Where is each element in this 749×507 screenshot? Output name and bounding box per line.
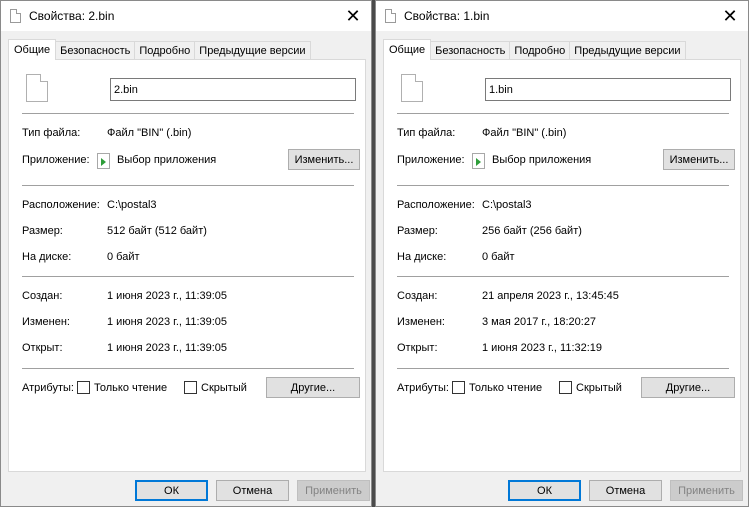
general-panel: Тип файла: Файл "BIN" (.bin) Приложение:… bbox=[383, 59, 741, 472]
file-icon bbox=[26, 74, 48, 102]
ok-button[interactable]: ОК bbox=[135, 480, 208, 501]
hidden-checkbox[interactable] bbox=[184, 381, 197, 394]
size-label: Размер: bbox=[397, 225, 438, 237]
general-panel: Тип файла: Файл "BIN" (.bin) Приложение:… bbox=[8, 59, 366, 472]
modified-label: Изменен: bbox=[397, 316, 445, 328]
file-name-input[interactable] bbox=[110, 78, 356, 101]
attributes-label: Атрибуты: bbox=[22, 382, 74, 394]
file-icon bbox=[10, 9, 21, 23]
opened-label: Открыт: bbox=[22, 342, 63, 354]
readonly-checkbox[interactable] bbox=[77, 381, 90, 394]
close-icon: ✕ bbox=[722, 5, 738, 26]
file-type-label: Тип файла: bbox=[397, 127, 456, 139]
opened-label: Открыт: bbox=[397, 342, 438, 354]
disk-size-value: 0 байт bbox=[107, 251, 140, 263]
close-button[interactable]: ✕ bbox=[712, 1, 748, 31]
close-button[interactable]: ✕ bbox=[335, 1, 371, 31]
size-value: 512 байт (512 байт) bbox=[107, 225, 207, 237]
cancel-button[interactable]: Отмена bbox=[589, 480, 662, 501]
divider bbox=[22, 276, 354, 277]
divider bbox=[397, 368, 729, 369]
divider bbox=[397, 185, 729, 186]
app-value: Выбор приложения bbox=[492, 154, 592, 166]
close-icon: ✕ bbox=[345, 5, 361, 26]
properties-window-2bin: Свойства: 2.bin ✕ Общие Безопасность Под… bbox=[0, 0, 372, 507]
location-label: Расположение: bbox=[22, 199, 100, 211]
app-icon bbox=[97, 153, 110, 169]
file-icon bbox=[401, 74, 423, 102]
modified-label: Изменен: bbox=[22, 316, 70, 328]
tab-security[interactable]: Безопасность bbox=[55, 41, 136, 60]
disk-size-label: На диске: bbox=[397, 251, 447, 263]
divider bbox=[397, 276, 729, 277]
created-label: Создан: bbox=[22, 290, 63, 302]
readonly-checkbox[interactable] bbox=[452, 381, 465, 394]
hidden-label: Скрытый bbox=[576, 382, 622, 394]
ok-button[interactable]: ОК bbox=[508, 480, 581, 501]
file-type-value: Файл "BIN" (.bin) bbox=[482, 127, 567, 139]
attributes-label: Атрибуты: bbox=[397, 382, 449, 394]
tab-details[interactable]: Подробно bbox=[134, 41, 196, 60]
size-label: Размер: bbox=[22, 225, 63, 237]
app-label: Приложение: bbox=[397, 154, 465, 166]
created-value: 21 апреля 2023 г., 13:45:45 bbox=[482, 290, 619, 302]
location-value: C:\postal3 bbox=[107, 199, 157, 211]
created-value: 1 июня 2023 г., 11:39:05 bbox=[107, 290, 228, 302]
tab-previous-versions[interactable]: Предыдущие версии bbox=[194, 41, 311, 60]
apply-button[interactable]: Применить bbox=[670, 480, 743, 501]
opened-value: 1 июня 2023 г., 11:32:19 bbox=[482, 342, 603, 354]
title-bar: Свойства: 2.bin ✕ bbox=[1, 1, 371, 31]
opened-value: 1 июня 2023 г., 11:39:05 bbox=[107, 342, 228, 354]
properties-window-1bin: Свойства: 1.bin ✕ Общие Безопасность Под… bbox=[375, 0, 749, 507]
file-type-label: Тип файла: bbox=[22, 127, 81, 139]
advanced-attributes-button[interactable]: Другие... bbox=[641, 377, 735, 398]
divider bbox=[397, 113, 729, 114]
divider bbox=[22, 185, 354, 186]
size-value: 256 байт (256 байт) bbox=[482, 225, 582, 237]
cancel-button[interactable]: Отмена bbox=[216, 480, 289, 501]
change-button[interactable]: Изменить... bbox=[663, 149, 735, 170]
app-label: Приложение: bbox=[22, 154, 90, 166]
hidden-checkbox[interactable] bbox=[559, 381, 572, 394]
readonly-label: Только чтение bbox=[469, 382, 543, 394]
location-label: Расположение: bbox=[397, 199, 475, 211]
readonly-label: Только чтение bbox=[94, 382, 168, 394]
modified-value: 3 мая 2017 г., 18:20:27 bbox=[482, 316, 597, 328]
disk-size-value: 0 байт bbox=[482, 251, 515, 263]
file-type-value: Файл "BIN" (.bin) bbox=[107, 127, 192, 139]
file-name-input[interactable] bbox=[485, 78, 731, 101]
tab-general[interactable]: Общие bbox=[383, 39, 432, 60]
window-title: Свойства: 2.bin bbox=[29, 9, 115, 23]
window-title: Свойства: 1.bin bbox=[404, 9, 490, 23]
tab-previous-versions[interactable]: Предыдущие версии bbox=[569, 41, 686, 60]
tab-details[interactable]: Подробно bbox=[509, 41, 571, 60]
advanced-attributes-button[interactable]: Другие... bbox=[266, 377, 360, 398]
change-button[interactable]: Изменить... bbox=[288, 149, 360, 170]
app-value: Выбор приложения bbox=[117, 154, 217, 166]
created-label: Создан: bbox=[397, 290, 438, 302]
file-icon bbox=[385, 9, 396, 23]
modified-value: 1 июня 2023 г., 11:39:05 bbox=[107, 316, 228, 328]
disk-size-label: На диске: bbox=[22, 251, 72, 263]
location-value: C:\postal3 bbox=[482, 199, 532, 211]
tab-security[interactable]: Безопасность bbox=[430, 41, 511, 60]
tab-bar: Общие Безопасность Подробно Предыдущие в… bbox=[383, 39, 686, 60]
tab-general[interactable]: Общие bbox=[8, 39, 57, 60]
tab-bar: Общие Безопасность Подробно Предыдущие в… bbox=[8, 39, 311, 60]
hidden-label: Скрытый bbox=[201, 382, 247, 394]
app-icon bbox=[472, 153, 485, 169]
divider bbox=[22, 113, 354, 114]
title-bar: Свойства: 1.bin ✕ bbox=[376, 1, 748, 31]
divider bbox=[22, 368, 354, 369]
apply-button[interactable]: Применить bbox=[297, 480, 370, 501]
